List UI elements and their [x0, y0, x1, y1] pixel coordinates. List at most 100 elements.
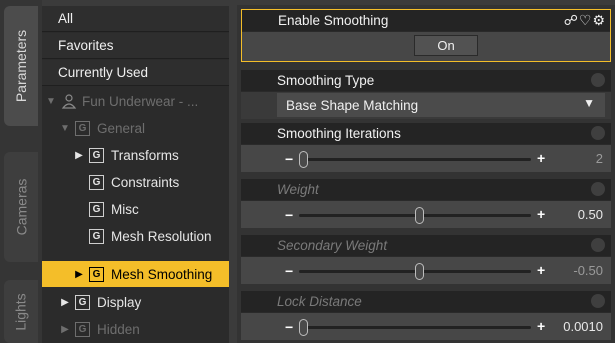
tree-item-currently-used[interactable]: Currently Used	[42, 60, 229, 86]
gear-icon[interactable]	[591, 73, 605, 87]
param-value[interactable]: 2	[596, 151, 603, 166]
group-icon: G	[89, 266, 104, 282]
tab-parameters[interactable]: Parameters	[4, 6, 38, 126]
increment-button[interactable]: +	[537, 318, 545, 334]
tree-node-label: Display	[97, 294, 142, 310]
tree-node-label: Hidden	[97, 321, 140, 337]
group-icon: G	[75, 294, 90, 310]
slider-track[interactable]	[299, 326, 531, 329]
property-group-tree: All Favorites Currently Used ▼ Fun Under…	[42, 6, 229, 343]
param-value[interactable]: 0.0010	[563, 319, 603, 334]
param-body: On	[242, 31, 610, 61]
param-body: − + -0.50	[241, 256, 611, 284]
dropdown-value: Base Shape Matching	[286, 97, 419, 113]
parameters-panel: Enable Smoothing ☍♡⚙ On Smoothing Type B…	[237, 5, 615, 343]
dropdown-indicator	[245, 93, 275, 117]
tree-node-hidden[interactable]: ▶ G Hidden	[42, 316, 229, 342]
decrement-button[interactable]: −	[285, 319, 293, 335]
chevron-down-icon: ▼	[583, 96, 595, 110]
tree-item-label: Fun Underwear - ...	[82, 93, 199, 109]
param-secondary-weight: Secondary Weight − + -0.50	[241, 235, 611, 284]
side-tab-strip: Parameters Cameras Lights	[0, 0, 42, 343]
expand-arrow-icon[interactable]: ▶	[59, 297, 71, 308]
tab-lights-label: Lights	[13, 292, 30, 331]
increment-button[interactable]: +	[537, 262, 545, 278]
increment-button[interactable]: +	[537, 206, 545, 222]
group-icon: G	[89, 201, 104, 217]
param-body: Base Shape Matching ▼	[241, 91, 611, 119]
tree-item-label: All	[58, 11, 74, 26]
tab-cameras-label: Cameras	[13, 178, 30, 236]
tree-node-display[interactable]: ▶ G Display	[42, 289, 229, 315]
toggle-button[interactable]: On	[414, 35, 478, 56]
tab-lights[interactable]: Lights	[4, 280, 38, 343]
tree-item-object[interactable]: ▼ Fun Underwear - ...	[42, 88, 229, 114]
tree-node-label: Transforms	[111, 147, 179, 163]
group-icon: G	[75, 120, 90, 136]
param-label: Lock Distance	[277, 294, 362, 309]
param-header: Secondary Weight	[241, 235, 611, 256]
param-header: Enable Smoothing ☍♡⚙	[242, 10, 610, 31]
tree-node-mesh-smoothing[interactable]: ▶ G Mesh Smoothing	[42, 261, 229, 287]
decrement-button[interactable]: −	[285, 151, 293, 167]
param-header: Smoothing Type	[241, 70, 611, 91]
param-label: Secondary Weight	[277, 238, 388, 253]
decrement-button[interactable]: −	[285, 263, 293, 279]
tab-parameters-label: Parameters	[13, 29, 30, 103]
tree-node-label: Constraints	[111, 174, 180, 190]
tree-node-constraints[interactable]: G Constraints	[42, 169, 229, 195]
param-value[interactable]: -0.50	[573, 263, 603, 278]
slider-knob[interactable]	[298, 319, 308, 336]
expand-arrow-icon[interactable]: ▼	[59, 123, 71, 134]
tree-node-transforms[interactable]: ▶ G Transforms	[42, 142, 229, 168]
tree-item-favorites[interactable]: Favorites	[42, 33, 229, 59]
param-label: Smoothing Iterations	[277, 126, 401, 141]
tree-item-label: Favorites	[58, 38, 114, 53]
increment-button[interactable]: +	[537, 150, 545, 166]
tree-node-label: Misc	[111, 201, 139, 217]
slider-knob[interactable]	[414, 207, 424, 224]
param-smoothing-type: Smoothing Type Base Shape Matching ▼	[241, 70, 611, 119]
param-enable-smoothing: Enable Smoothing ☍♡⚙ On	[241, 9, 611, 62]
decrement-button[interactable]: −	[285, 207, 293, 223]
group-icon: G	[89, 147, 104, 163]
gear-icon[interactable]	[591, 294, 605, 308]
tree-node-general[interactable]: ▼ G General	[42, 115, 229, 141]
tree-item-all[interactable]: All	[42, 6, 229, 32]
slider-track[interactable]	[299, 158, 531, 161]
param-body: − + 2	[241, 144, 611, 172]
expand-arrow-icon[interactable]: ▶	[73, 269, 85, 280]
expand-arrow-icon[interactable]: ▶	[73, 150, 85, 161]
tree-node-misc[interactable]: G Misc	[42, 196, 229, 222]
param-header: Smoothing Iterations	[241, 123, 611, 144]
tree-node-label: Mesh Resolution	[111, 228, 212, 244]
smoothing-type-dropdown[interactable]: Base Shape Matching ▼	[277, 93, 605, 117]
favorite-heart-icon[interactable]: ♡	[579, 12, 593, 28]
tab-cameras[interactable]: Cameras	[4, 152, 38, 262]
group-icon: G	[89, 174, 104, 190]
panel-splitter[interactable]	[229, 0, 237, 343]
gear-icon[interactable]	[591, 126, 605, 140]
param-weight: Weight − + 0.50	[241, 179, 611, 228]
param-label: Enable Smoothing	[278, 13, 389, 28]
param-label: Weight	[277, 182, 319, 197]
param-header: Weight	[241, 179, 611, 200]
expand-arrow-icon[interactable]: ▼	[45, 96, 57, 107]
tree-node-label: General	[97, 120, 146, 136]
expand-arrow-icon[interactable]: ▶	[59, 324, 71, 335]
param-smoothing-iterations: Smoothing Iterations − + 2	[241, 123, 611, 172]
tree-node-label: Mesh Smoothing	[111, 266, 213, 282]
slider-knob[interactable]	[298, 151, 308, 168]
link-icon[interactable]: ☍	[564, 12, 579, 28]
gear-icon[interactable]	[591, 182, 605, 196]
slider-knob[interactable]	[414, 263, 424, 280]
param-value[interactable]: 0.50	[578, 207, 603, 222]
param-header: Lock Distance	[241, 291, 611, 312]
tree-item-label: Currently Used	[58, 65, 149, 80]
figure-icon	[61, 93, 77, 109]
gear-icon[interactable]: ⚙	[592, 12, 606, 28]
group-icon: G	[75, 321, 90, 337]
param-actions: ☍♡⚙	[564, 12, 606, 29]
gear-icon[interactable]	[591, 238, 605, 252]
tree-node-mesh-resolution[interactable]: G Mesh Resolution	[42, 223, 229, 249]
